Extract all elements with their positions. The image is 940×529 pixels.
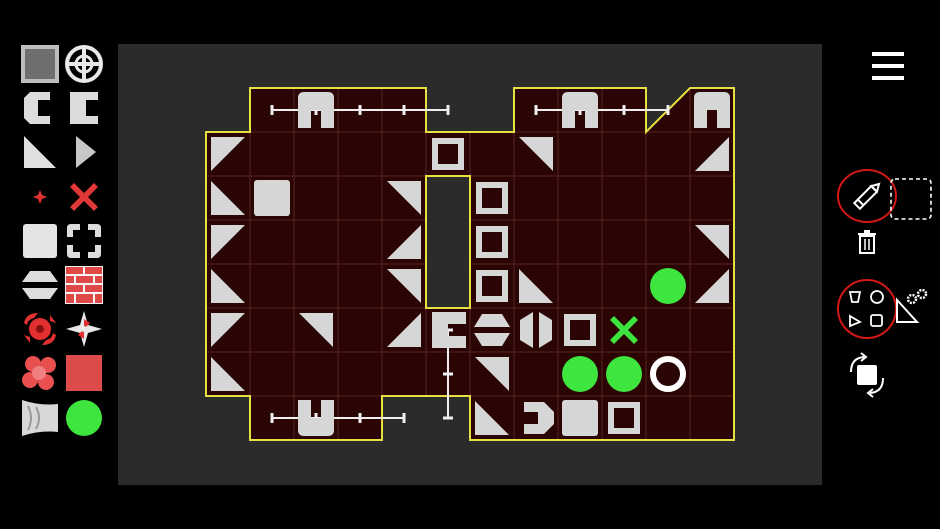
- green-ball: [606, 356, 642, 392]
- red-star-dot-tool[interactable]: [20, 177, 60, 217]
- red-x-tool[interactable]: [64, 177, 104, 217]
- tool-palette: [0, 0, 110, 529]
- white-square-tool[interactable]: [20, 221, 60, 261]
- four-corner-pieces-icon: [67, 223, 101, 258]
- rail-tick: [534, 105, 538, 115]
- arrow-triangle-tool[interactable]: [64, 132, 104, 172]
- gray-square-block-selected-icon: [21, 45, 59, 83]
- red-brick-wall-icon: [65, 266, 103, 304]
- ramp-triangle-tool[interactable]: [20, 132, 60, 172]
- puzzle-board[interactable]: [118, 44, 822, 485]
- hamburger-menu-icon[interactable]: [870, 48, 906, 84]
- crosshair-circle-icon: [65, 45, 103, 83]
- clamp-c-right-tool[interactable]: [64, 88, 104, 128]
- green-ball-tool[interactable]: [64, 398, 104, 438]
- right-triangle-icon: [24, 136, 56, 169]
- red-square-icon: [66, 355, 102, 392]
- board-hole: [425, 175, 471, 309]
- shuriken-tool[interactable]: [64, 309, 104, 349]
- white-square-icon: [23, 223, 57, 258]
- red-spinner-tool[interactable]: [20, 309, 60, 349]
- red-bubble-cluster-icon: [22, 356, 56, 391]
- rail-tick: [666, 105, 670, 115]
- white-square-block: [254, 180, 290, 216]
- triangle-pointing-right-icon: [76, 136, 96, 169]
- red-x-mark-icon: [70, 182, 98, 211]
- green-circle-icon: [66, 399, 102, 436]
- rail-tick: [358, 413, 362, 423]
- corner-brackets-tool[interactable]: [64, 221, 104, 261]
- rail-tick: [443, 416, 453, 420]
- level-editor-canvas[interactable]: [118, 44, 822, 485]
- split-hexagon-tool[interactable]: [20, 265, 60, 305]
- green-ball: [650, 268, 686, 304]
- rail-tick: [446, 105, 450, 115]
- metal-block-tool[interactable]: [20, 44, 60, 84]
- dashed-selection-button[interactable]: [889, 177, 933, 221]
- red-rotating-blade-icon: [24, 313, 56, 346]
- c-clamp-open-right-icon: [70, 92, 98, 125]
- four-point-star-icon: [66, 311, 102, 348]
- rail-tick: [270, 105, 274, 115]
- shapes-mode-button[interactable]: [836, 278, 898, 340]
- rail-tick: [622, 105, 626, 115]
- gray-funnel-icon: [22, 399, 58, 436]
- rail-tick: [270, 413, 274, 423]
- green-ball: [562, 356, 598, 392]
- funnel-tool[interactable]: [20, 398, 60, 438]
- red-square-tool[interactable]: [64, 353, 104, 393]
- rotate-transform-icon[interactable]: [846, 352, 888, 398]
- split-hexagon-icon: [22, 271, 58, 299]
- editor-toolbar: [822, 0, 940, 529]
- target-crosshair-tool[interactable]: [64, 44, 104, 84]
- red-cluster-tool[interactable]: [20, 353, 60, 393]
- trash-delete-icon[interactable]: [856, 230, 878, 254]
- c-clamp-open-left-icon: [24, 92, 50, 125]
- rail-tick: [402, 105, 406, 115]
- brick-wall-tool[interactable]: [64, 265, 104, 305]
- pencil-icon: [852, 182, 881, 211]
- white-square-block: [562, 400, 598, 436]
- rail-tick: [443, 372, 453, 376]
- rail-tick: [402, 413, 406, 423]
- shapes-icon: [848, 290, 884, 328]
- clamp-c-left-tool[interactable]: [20, 88, 60, 128]
- triangle-gear-settings-icon[interactable]: [894, 288, 932, 324]
- rail-tick: [358, 105, 362, 115]
- small-red-star-icon: [33, 189, 47, 204]
